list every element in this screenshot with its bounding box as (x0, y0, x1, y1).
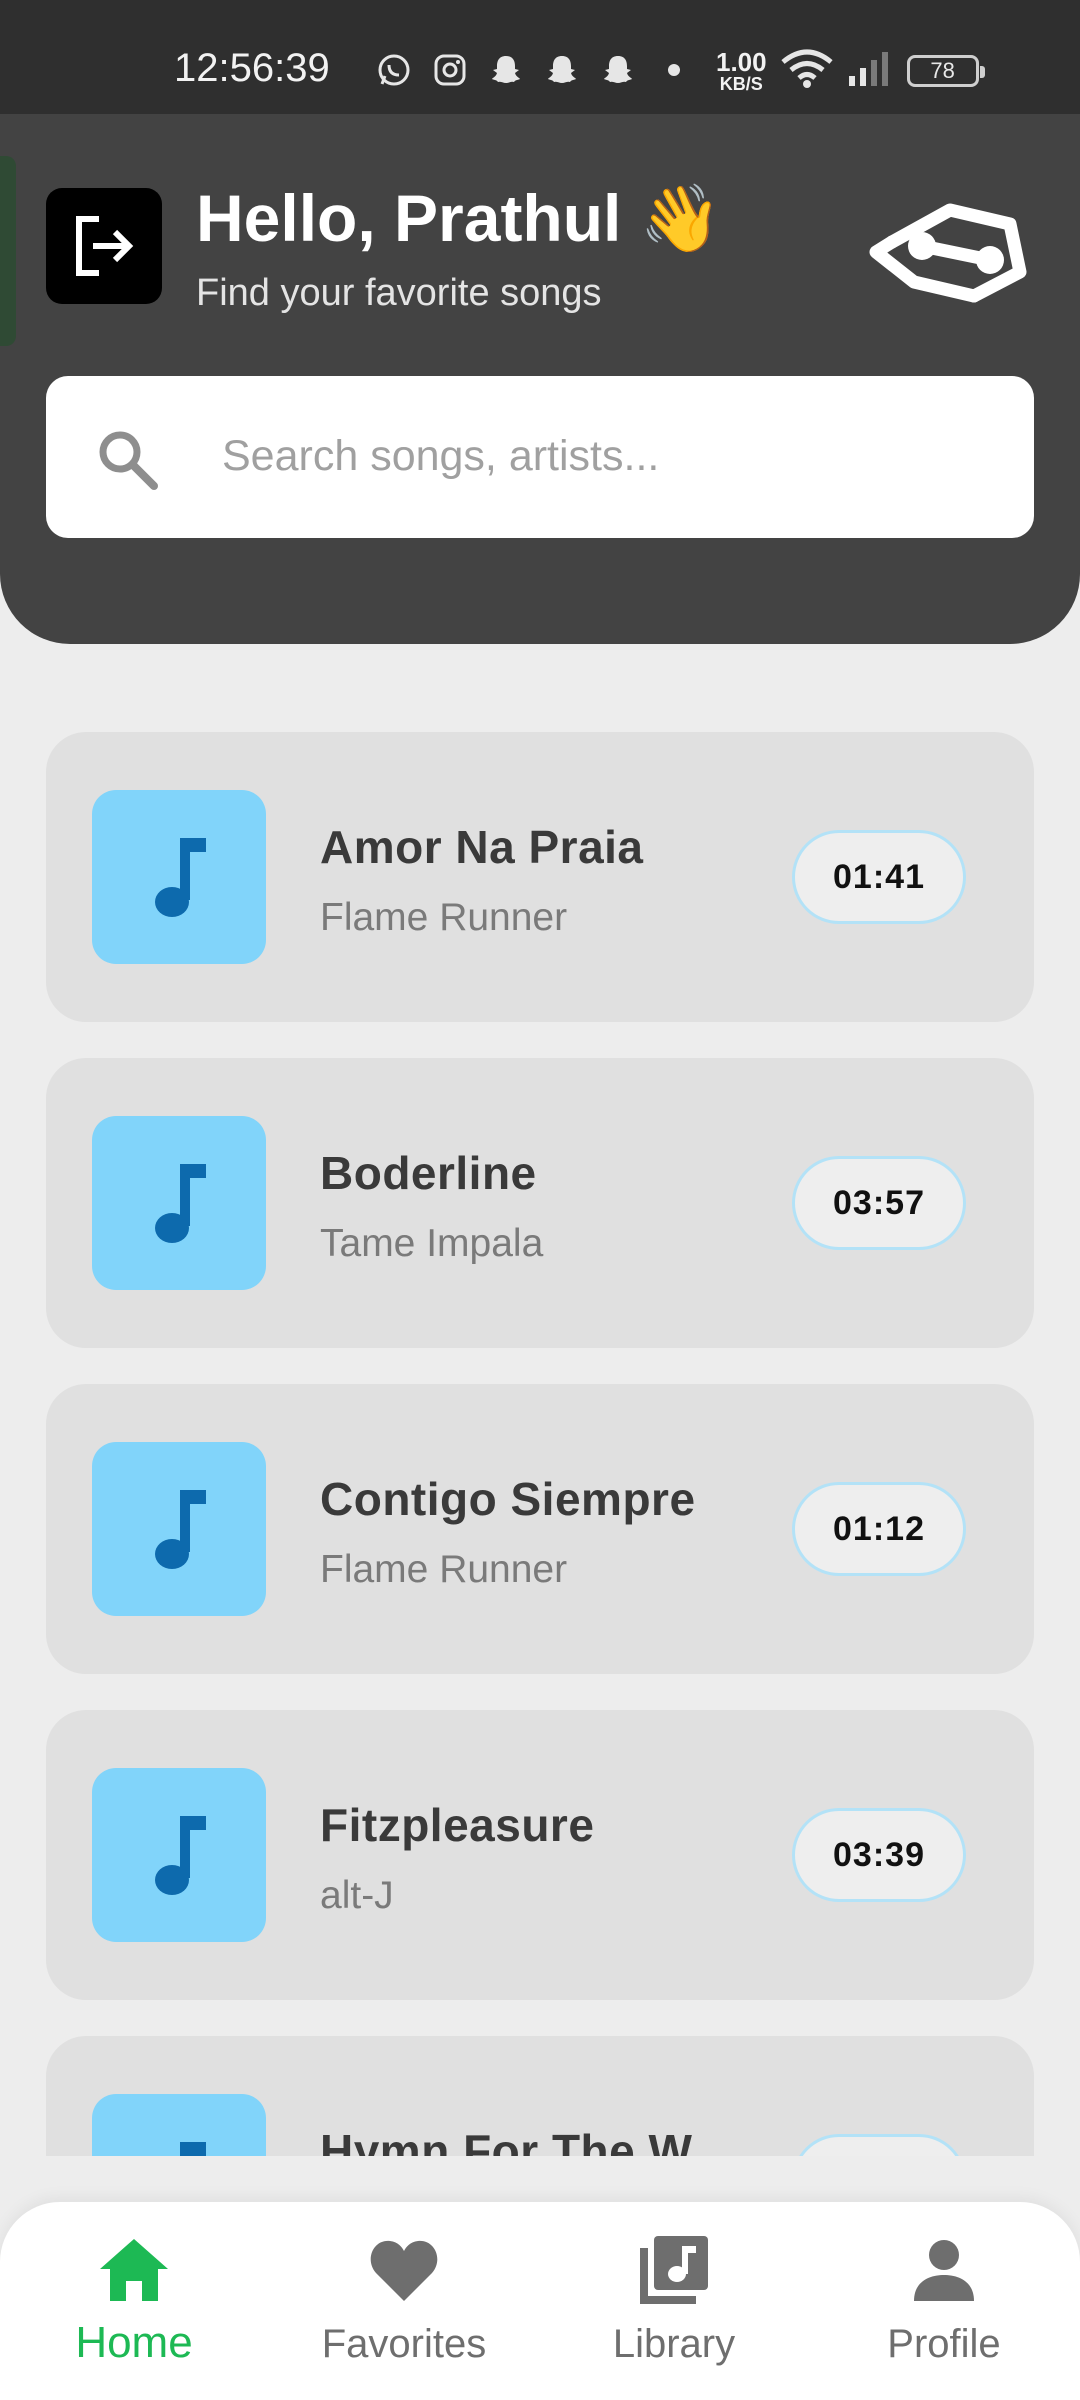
nav-item-home[interactable]: Home (24, 2232, 244, 2382)
person-icon (906, 2232, 982, 2308)
heart-icon (366, 2232, 442, 2308)
song-artist: Flame Runner (320, 896, 568, 939)
song-title: Boderline (320, 1147, 537, 1199)
album-art (92, 1768, 266, 1942)
music-note-icon (155, 1490, 206, 1569)
nav-item-library[interactable]: Library (564, 2232, 784, 2382)
nav-item-profile[interactable]: Profile (834, 2232, 1054, 2382)
nav-item-favorites[interactable]: Favorites (294, 2232, 514, 2382)
music-note-icon (155, 1816, 206, 1895)
music-note-icon (155, 1164, 206, 1243)
music-note-icon (180, 2142, 206, 2156)
dot-icon (656, 52, 692, 88)
song-duration-badge (792, 2134, 966, 2156)
logout-button[interactable] (46, 188, 162, 304)
nav-label: Home (75, 2318, 193, 2367)
app-root: 12:56:39 1.00 KB/S 78 Hello, Prathul 👋 F… (0, 0, 1080, 2400)
song-title: Amor Na Praia (320, 821, 644, 873)
snapchat-icon (488, 52, 524, 88)
album-art (92, 1442, 266, 1616)
snapchat-icon (544, 52, 580, 88)
song-artist: Tame Impala (320, 1222, 544, 1265)
song-card[interactable]: Contigo Siempre Flame Runner 01:12 (46, 1384, 1034, 1674)
whatsapp-icon (376, 52, 412, 88)
song-card[interactable]: Boderline Tame Impala 03:57 (46, 1058, 1034, 1348)
header: Hello, Prathul 👋 Find your favorite song… (0, 114, 1080, 644)
album-art (92, 790, 266, 964)
song-title: Contigo Siempre (320, 1473, 696, 1525)
library-music-icon (636, 2232, 712, 2308)
song-duration-badge: 01:41 (792, 830, 966, 924)
greeting-title: Hello, Prathul 👋 (196, 181, 722, 255)
battery-icon: 78 (906, 54, 985, 87)
net-speed-value: 1.00 (716, 46, 767, 77)
song-card[interactable]: Fitzpleasure alt-J 03:39 (46, 1710, 1034, 2000)
status-time: 12:56:39 (174, 46, 330, 90)
song-duration-badge: 01:12 (792, 1482, 966, 1576)
song-duration-badge: 03:39 (792, 1808, 966, 1902)
instagram-icon (432, 52, 468, 88)
logout-icon (76, 216, 134, 276)
song-card[interactable]: Hymn For The W (46, 2036, 1034, 2156)
song-artist: Flame Runner (320, 1548, 568, 1591)
home-icon (96, 2232, 172, 2308)
song-title: Hymn For The W (320, 2125, 693, 2156)
side-drawer-handle[interactable] (0, 156, 16, 346)
search-bar[interactable] (46, 376, 1034, 538)
song-artist: alt-J (320, 1874, 394, 1917)
status-bar: 12:56:39 1.00 KB/S 78 (0, 0, 1080, 114)
greeting-subtitle: Find your favorite songs (196, 272, 602, 314)
signal-icon (847, 48, 895, 93)
song-duration-badge: 03:57 (792, 1156, 966, 1250)
search-input[interactable] (222, 416, 982, 496)
app-logo-icon (869, 203, 1027, 303)
album-art (92, 2094, 266, 2156)
nav-label: Profile (887, 2322, 1001, 2366)
song-list: Amor Na Praia Flame Runner 01:41 Boderli… (0, 644, 1080, 2156)
nav-label: Library (612, 2322, 736, 2366)
search-icon (99, 431, 158, 490)
net-speed: 1.00 KB/S (716, 49, 767, 93)
bottom-nav: Home Favorites Library Profile (0, 2202, 1080, 2400)
music-note-icon (155, 838, 206, 917)
song-title: Fitzpleasure (320, 1799, 595, 1851)
album-art (92, 1116, 266, 1290)
status-right: 1.00 KB/S 78 (716, 46, 985, 95)
nav-label: Favorites (321, 2322, 487, 2366)
notification-icons (376, 52, 692, 88)
song-card[interactable]: Amor Na Praia Flame Runner 01:41 (46, 732, 1034, 1022)
wifi-icon (779, 46, 835, 95)
snapchat-icon (600, 52, 636, 88)
net-speed-unit: KB/S (719, 73, 763, 94)
